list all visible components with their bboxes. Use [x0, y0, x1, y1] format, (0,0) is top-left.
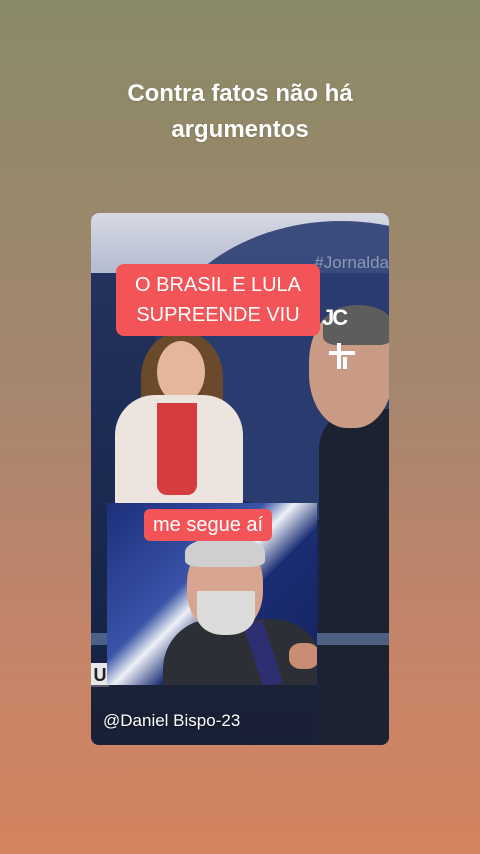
anchor-top — [157, 403, 197, 495]
follow-me-label: me segue aí — [144, 509, 273, 541]
headline-banner: O BRASIL E LULA SUPREENDE VIU — [116, 264, 320, 336]
jc-logo-icon: JC — [322, 305, 348, 330]
inset-person-beard — [197, 591, 255, 635]
creator-watermark: @Daniel Bispo-23 — [103, 711, 241, 730]
inset-person-hair — [185, 537, 265, 567]
video-player[interactable]: #Jornalda U O BRASIL E LULA SUPREENDE VI… — [91, 213, 389, 745]
post-caption: Contra fatos não há argumentos — [127, 80, 353, 143]
tv-cultura-logo-icon — [327, 341, 357, 376]
inset-person-hand — [289, 643, 317, 669]
broadcast-hashtag: #Jornalda — [314, 253, 389, 272]
anchor-face — [157, 341, 205, 403]
